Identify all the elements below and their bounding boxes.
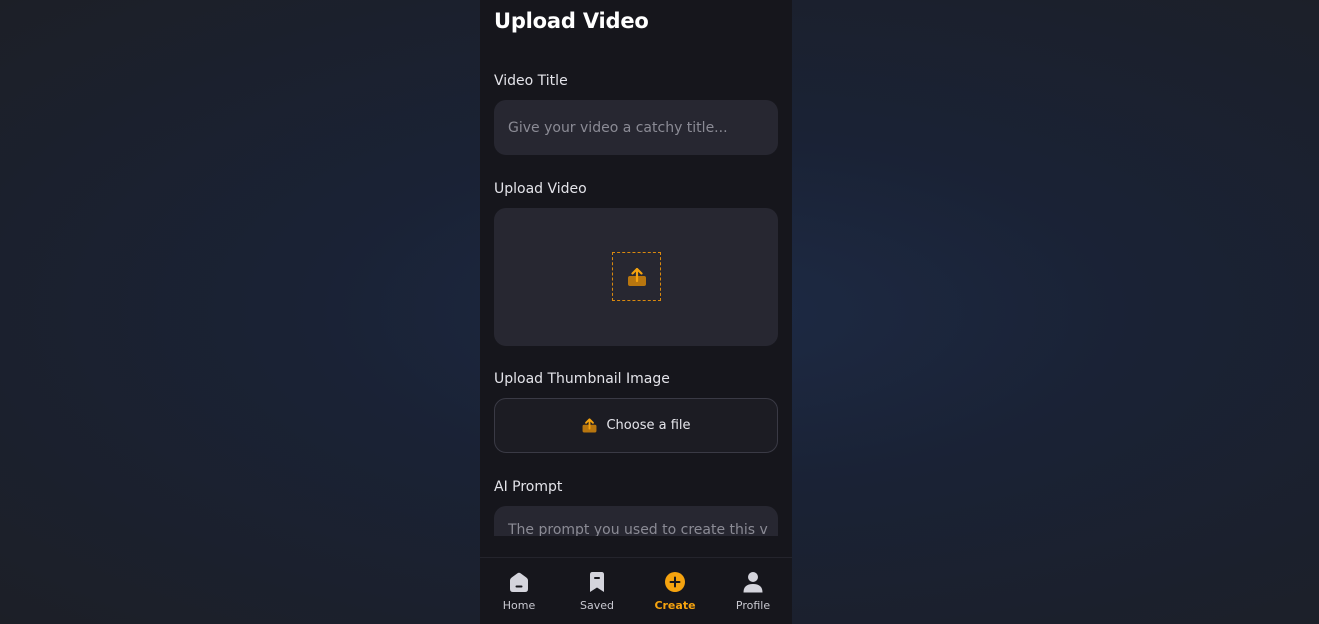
choose-file-button[interactable]: Choose a file [494, 398, 778, 453]
plus-circle-icon [665, 572, 685, 592]
tab-create-label: Create [654, 599, 696, 612]
tab-saved[interactable]: Saved [558, 558, 636, 624]
video-title-label: Video Title [494, 73, 568, 89]
video-title-input[interactable] [494, 100, 778, 155]
upload-video-label: Upload Video [494, 181, 587, 197]
ai-prompt-label: AI Prompt [494, 479, 563, 495]
bookmark-icon [590, 572, 604, 592]
choose-file-label: Choose a file [606, 418, 691, 433]
tab-profile-label: Profile [735, 599, 771, 612]
tab-saved-label: Saved [580, 599, 614, 612]
app-screen: Upload Video Video Title Upload Video Up… [480, 0, 792, 624]
video-dropzone[interactable] [494, 208, 778, 346]
user-icon [743, 572, 763, 593]
bottom-tab-bar: Home Saved Create Profile [480, 557, 792, 624]
dropzone-frame[interactable] [612, 252, 661, 301]
page-title: Upload Video [494, 9, 649, 33]
thumbnail-label: Upload Thumbnail Image [494, 371, 670, 387]
upload-icon [627, 267, 646, 286]
tab-home[interactable]: Home [480, 558, 558, 624]
tab-create[interactable]: Create [636, 558, 714, 624]
ai-prompt-input[interactable]: The prompt you used to create this v [494, 506, 778, 536]
tab-home-label: Home [502, 599, 536, 612]
tab-profile[interactable]: Profile [714, 558, 792, 624]
upload-icon [583, 418, 597, 433]
home-icon [510, 572, 528, 592]
